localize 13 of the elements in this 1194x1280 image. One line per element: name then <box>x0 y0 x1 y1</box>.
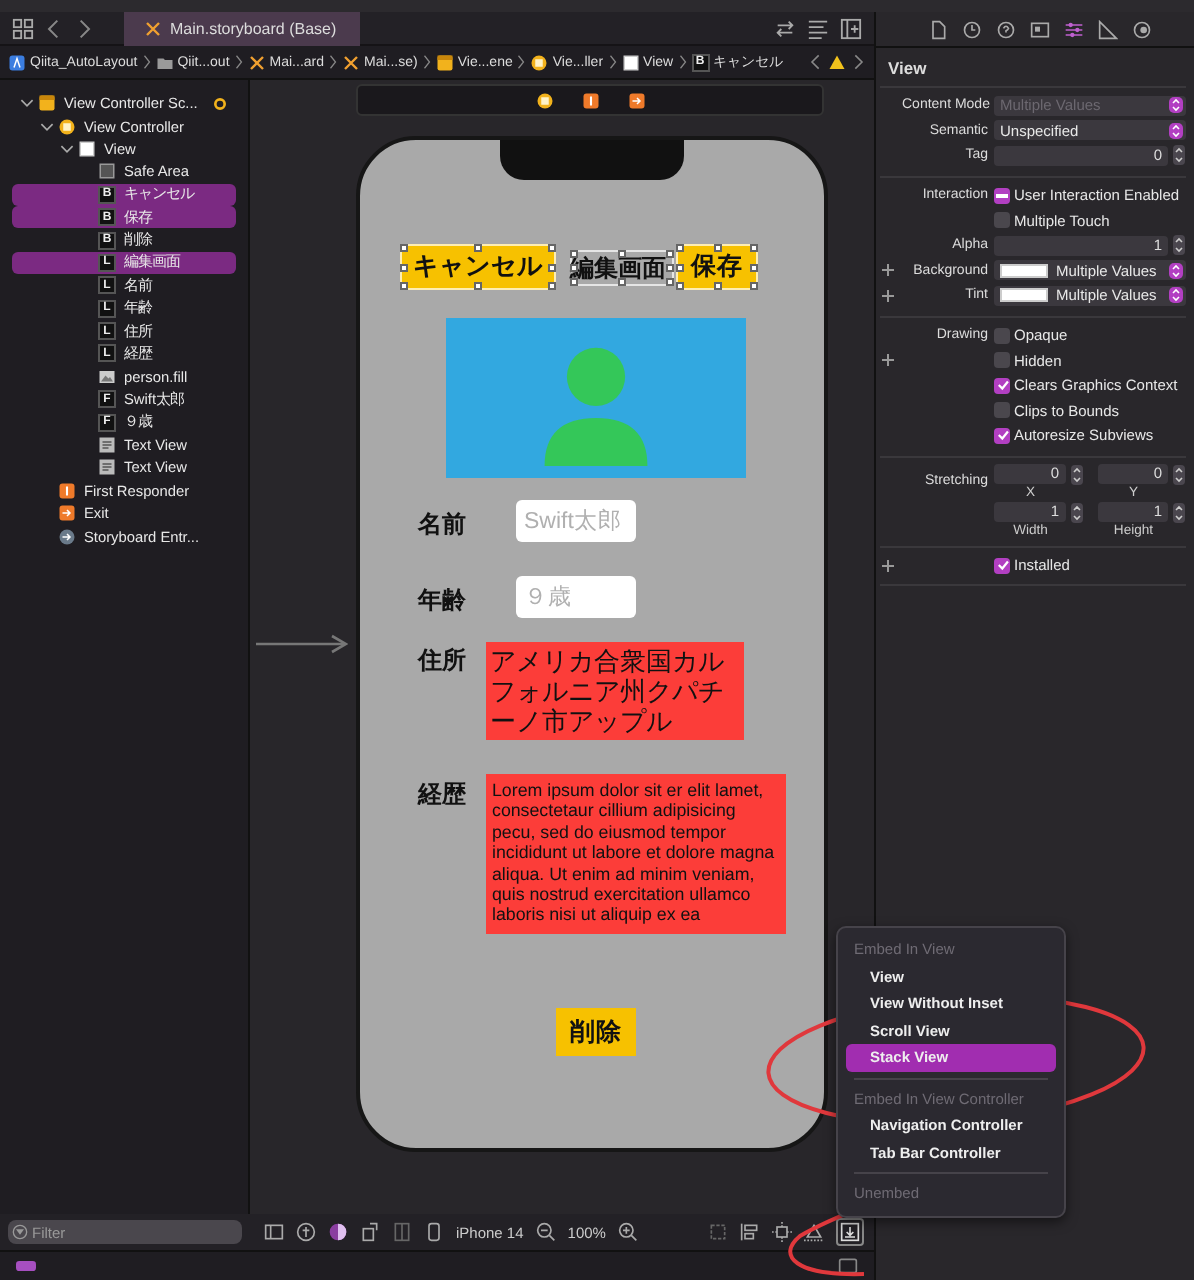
editor-tab[interactable]: Main.storyboard (Base) <box>124 11 361 45</box>
label: 年齢 <box>418 583 468 617</box>
section-title: View <box>880 54 1186 88</box>
text-view: アメリカ合衆国カルフォルニア州クパチーノ市アップル <box>486 642 744 740</box>
text-field[interactable]: Swift太郎 <box>516 500 636 542</box>
button[interactable]: キャンセル <box>400 244 556 290</box>
label: 名前 <box>418 507 468 541</box>
button[interactable]: 保存 <box>676 244 758 290</box>
button[interactable]: 削除 <box>556 1008 636 1056</box>
label: 住所 <box>418 643 468 677</box>
label: 経歴 <box>418 777 468 811</box>
text-view: Lorem ipsum dolor sit er elit lamet, consectetaur cillium adipisicing pecu, sed do eiusmod tempor incididunt ut labore et dolore magna aliqua. Ut enim ad minim veniam, quis nostrud exercitation ullamco laboris nisi ut aliquip ex ea <box>486 774 786 934</box>
text-field[interactable]: ９歳 <box>516 576 636 618</box>
